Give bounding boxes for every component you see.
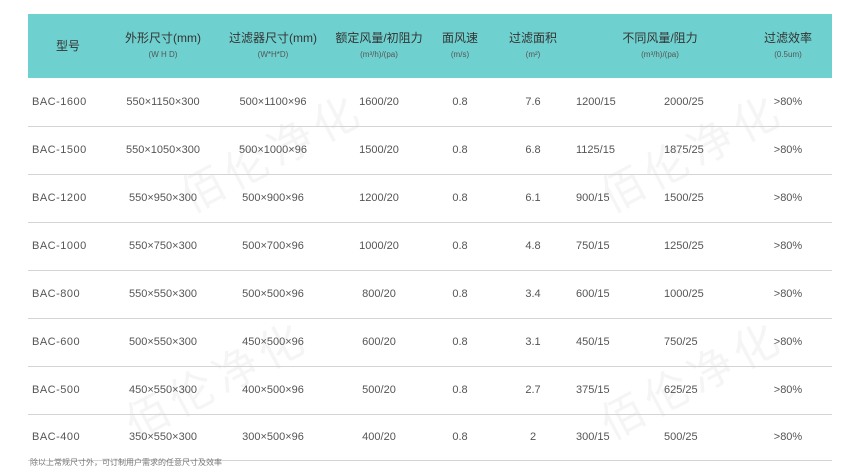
cell-face-velocity: 0.8: [452, 431, 468, 443]
header-model: 型号: [55, 39, 80, 53]
cell-rated-airflow: 1500/20: [359, 144, 399, 156]
cell-efficiency: >80%: [773, 144, 803, 156]
cell-model: BAC-1600: [32, 95, 87, 108]
cell-resistance-low: 375/15: [576, 384, 610, 396]
cell-filter-area: 2: [529, 431, 537, 443]
table-row: BAC-600 500×550×300 450×500×96 600/20 0.…: [28, 318, 832, 366]
cell-rated-airflow: 1600/20: [359, 95, 399, 108]
cell-model: BAC-400: [32, 431, 81, 443]
cell-efficiency: >80%: [773, 192, 803, 204]
cell-resistance-low: 600/15: [576, 288, 610, 300]
cell-face-velocity: 0.8: [452, 336, 468, 348]
cell-rated-airflow: 500/20: [362, 384, 396, 396]
cell-filter-size: 400×500×96: [242, 384, 304, 396]
footnote: 除以上常规尺寸外，可订制用户需求的任意尺寸及效率: [30, 458, 222, 467]
cell-efficiency: >80%: [773, 95, 803, 108]
cell-rated-airflow: 1000/20: [359, 240, 399, 252]
cell-resistance-high: 1250/25: [664, 240, 704, 252]
cell-resistance-low: 450/15: [576, 336, 610, 348]
header-row: 型号 外形尺寸(mm) (W H D) 过滤器尺寸(mm) (W*H*D) 额定风量…: [28, 14, 832, 78]
table-row: BAC-1500 550×1050×300 500×1000×96 1500/2…: [28, 126, 832, 174]
header-efficiency: 过滤效率 (0.5um): [763, 30, 812, 59]
cell-model: BAC-600: [32, 336, 81, 348]
cell-filter-size: 500×1100×96: [239, 95, 307, 108]
cell-model: BAC-1000: [32, 240, 87, 252]
cell-rated-airflow: 400/20: [362, 431, 396, 443]
cell-resistance-high: 625/25: [664, 384, 698, 396]
cell-resistance-high: 2000/25: [664, 95, 704, 108]
cell-filter-size: 500×500×96: [242, 288, 304, 300]
header-airflow-resistance: 不同风量/阻力 (m³/h)/(pa): [622, 30, 698, 59]
cell-face-velocity: 0.8: [452, 144, 468, 156]
header-filter-size: 过滤器尺寸(mm) (W*H*D): [229, 30, 317, 59]
cell-filter-size: 450×500×96: [242, 336, 304, 348]
cell-filter-area: 4.8: [525, 240, 541, 252]
cell-resistance-high: 750/25: [664, 336, 698, 348]
cell-face-velocity: 0.8: [452, 288, 468, 300]
cell-outer-size: 350×550×300: [129, 431, 197, 443]
header-face-velocity: 面风速 (m/s): [441, 30, 478, 59]
cell-resistance-low: 900/15: [576, 192, 610, 204]
cell-resistance-low: 750/15: [576, 240, 610, 252]
table-row: BAC-400 350×550×300 300×500×96 400/20 0.…: [28, 414, 832, 460]
cell-efficiency: >80%: [773, 240, 803, 252]
cell-face-velocity: 0.8: [452, 192, 468, 204]
cell-outer-size: 550×1050×300: [125, 144, 201, 156]
cell-resistance-low: 1125/15: [576, 144, 615, 156]
cell-outer-size: 450×550×300: [129, 384, 197, 396]
cell-outer-size: 550×950×300: [129, 192, 197, 204]
cell-filter-size: 500×900×96: [242, 192, 304, 204]
spec-table: 型号 外形尺寸(mm) (W H D) 过滤器尺寸(mm) (W*H*D) 额定风量…: [28, 14, 832, 461]
cell-efficiency: >80%: [773, 336, 803, 348]
cell-resistance-high: 1500/25: [664, 192, 704, 204]
cell-resistance-low: 1200/15: [576, 95, 616, 108]
table-row: BAC-1000 550×750×300 500×700×96 1000/20 …: [28, 222, 832, 270]
cell-efficiency: >80%: [773, 384, 803, 396]
header-filter-area: 过滤面积 (m²): [508, 30, 557, 59]
cell-resistance-high: 500/25: [664, 431, 698, 443]
header-outer-size: 外形尺寸(mm) (W H D): [125, 30, 201, 59]
cell-filter-area: 6.8: [525, 144, 541, 156]
cell-filter-area: 7.6: [525, 95, 541, 108]
cell-filter-area: 3.1: [525, 336, 541, 348]
cell-resistance-high: 1000/25: [664, 288, 704, 300]
cell-resistance-low: 300/15: [576, 431, 610, 443]
cell-filter-area: 2.7: [525, 384, 541, 396]
cell-filter-size: 300×500×96: [242, 431, 304, 443]
cell-model: BAC-1200: [32, 192, 87, 204]
cell-outer-size: 500×550×300: [129, 336, 197, 348]
cell-filter-size: 500×700×96: [242, 240, 304, 252]
cell-efficiency: >80%: [773, 431, 803, 443]
cell-efficiency: >80%: [773, 288, 803, 300]
cell-outer-size: 550×1150×300: [126, 95, 200, 108]
cell-rated-airflow: 800/20: [362, 288, 396, 300]
cell-face-velocity: 0.8: [452, 240, 468, 252]
cell-model: BAC-500: [32, 384, 81, 396]
cell-outer-size: 550×550×300: [129, 288, 197, 300]
table-row: BAC-800 550×550×300 500×500×96 800/20 0.…: [28, 270, 832, 318]
cell-filter-area: 6.1: [525, 192, 541, 204]
table-row: BAC-500 450×550×300 400×500×96 500/20 0.…: [28, 366, 832, 414]
cell-model: BAC-800: [32, 288, 81, 300]
cell-filter-size: 500×1000×96: [239, 144, 307, 156]
table-row: BAC-1600 550×1150×300 500×1100×96 1600/2…: [28, 78, 832, 126]
cell-face-velocity: 0.8: [452, 95, 468, 108]
cell-outer-size: 550×750×300: [129, 240, 197, 252]
cell-face-velocity: 0.8: [452, 384, 468, 396]
cell-resistance-high: 1875/25: [664, 144, 704, 156]
cell-model: BAC-1500: [32, 144, 87, 156]
cell-rated-airflow: 600/20: [362, 336, 396, 348]
header-rated-airflow: 额定风量/初阻力 (m³/h)/(pa): [335, 30, 423, 59]
cell-filter-area: 3.4: [525, 288, 541, 300]
table-row: BAC-1200 550×950×300 500×900×96 1200/20 …: [28, 174, 832, 222]
cell-rated-airflow: 1200/20: [359, 192, 399, 204]
